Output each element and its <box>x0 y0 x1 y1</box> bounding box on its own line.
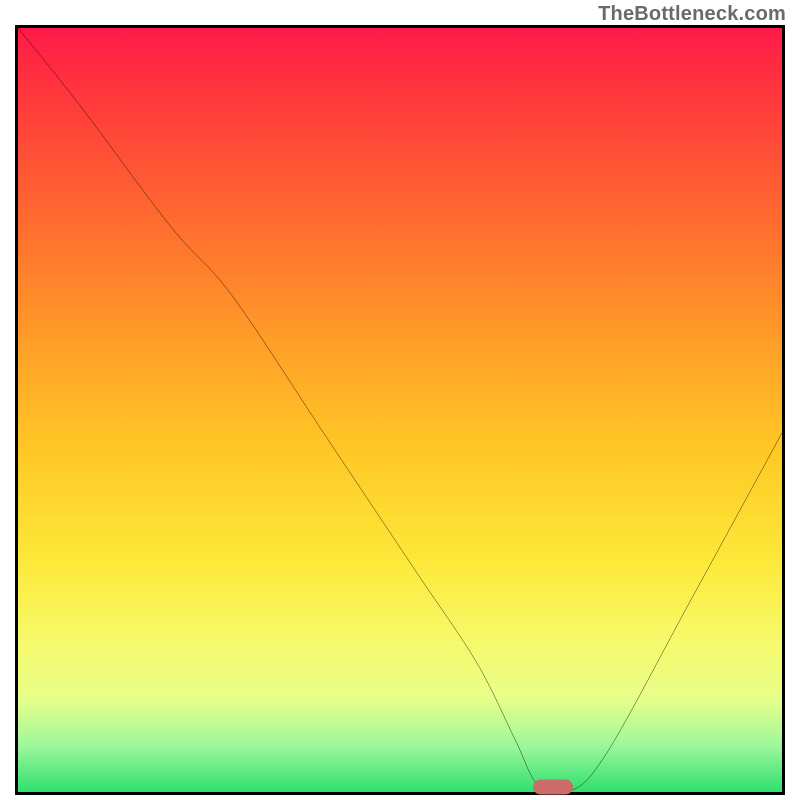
attribution-label: TheBottleneck.com <box>598 3 786 26</box>
chart-stage: TheBottleneck.com <box>0 0 800 800</box>
curve-path <box>18 28 782 792</box>
optimum-marker <box>533 779 573 794</box>
plot-frame <box>15 25 785 795</box>
bottleneck-curve <box>18 28 782 792</box>
